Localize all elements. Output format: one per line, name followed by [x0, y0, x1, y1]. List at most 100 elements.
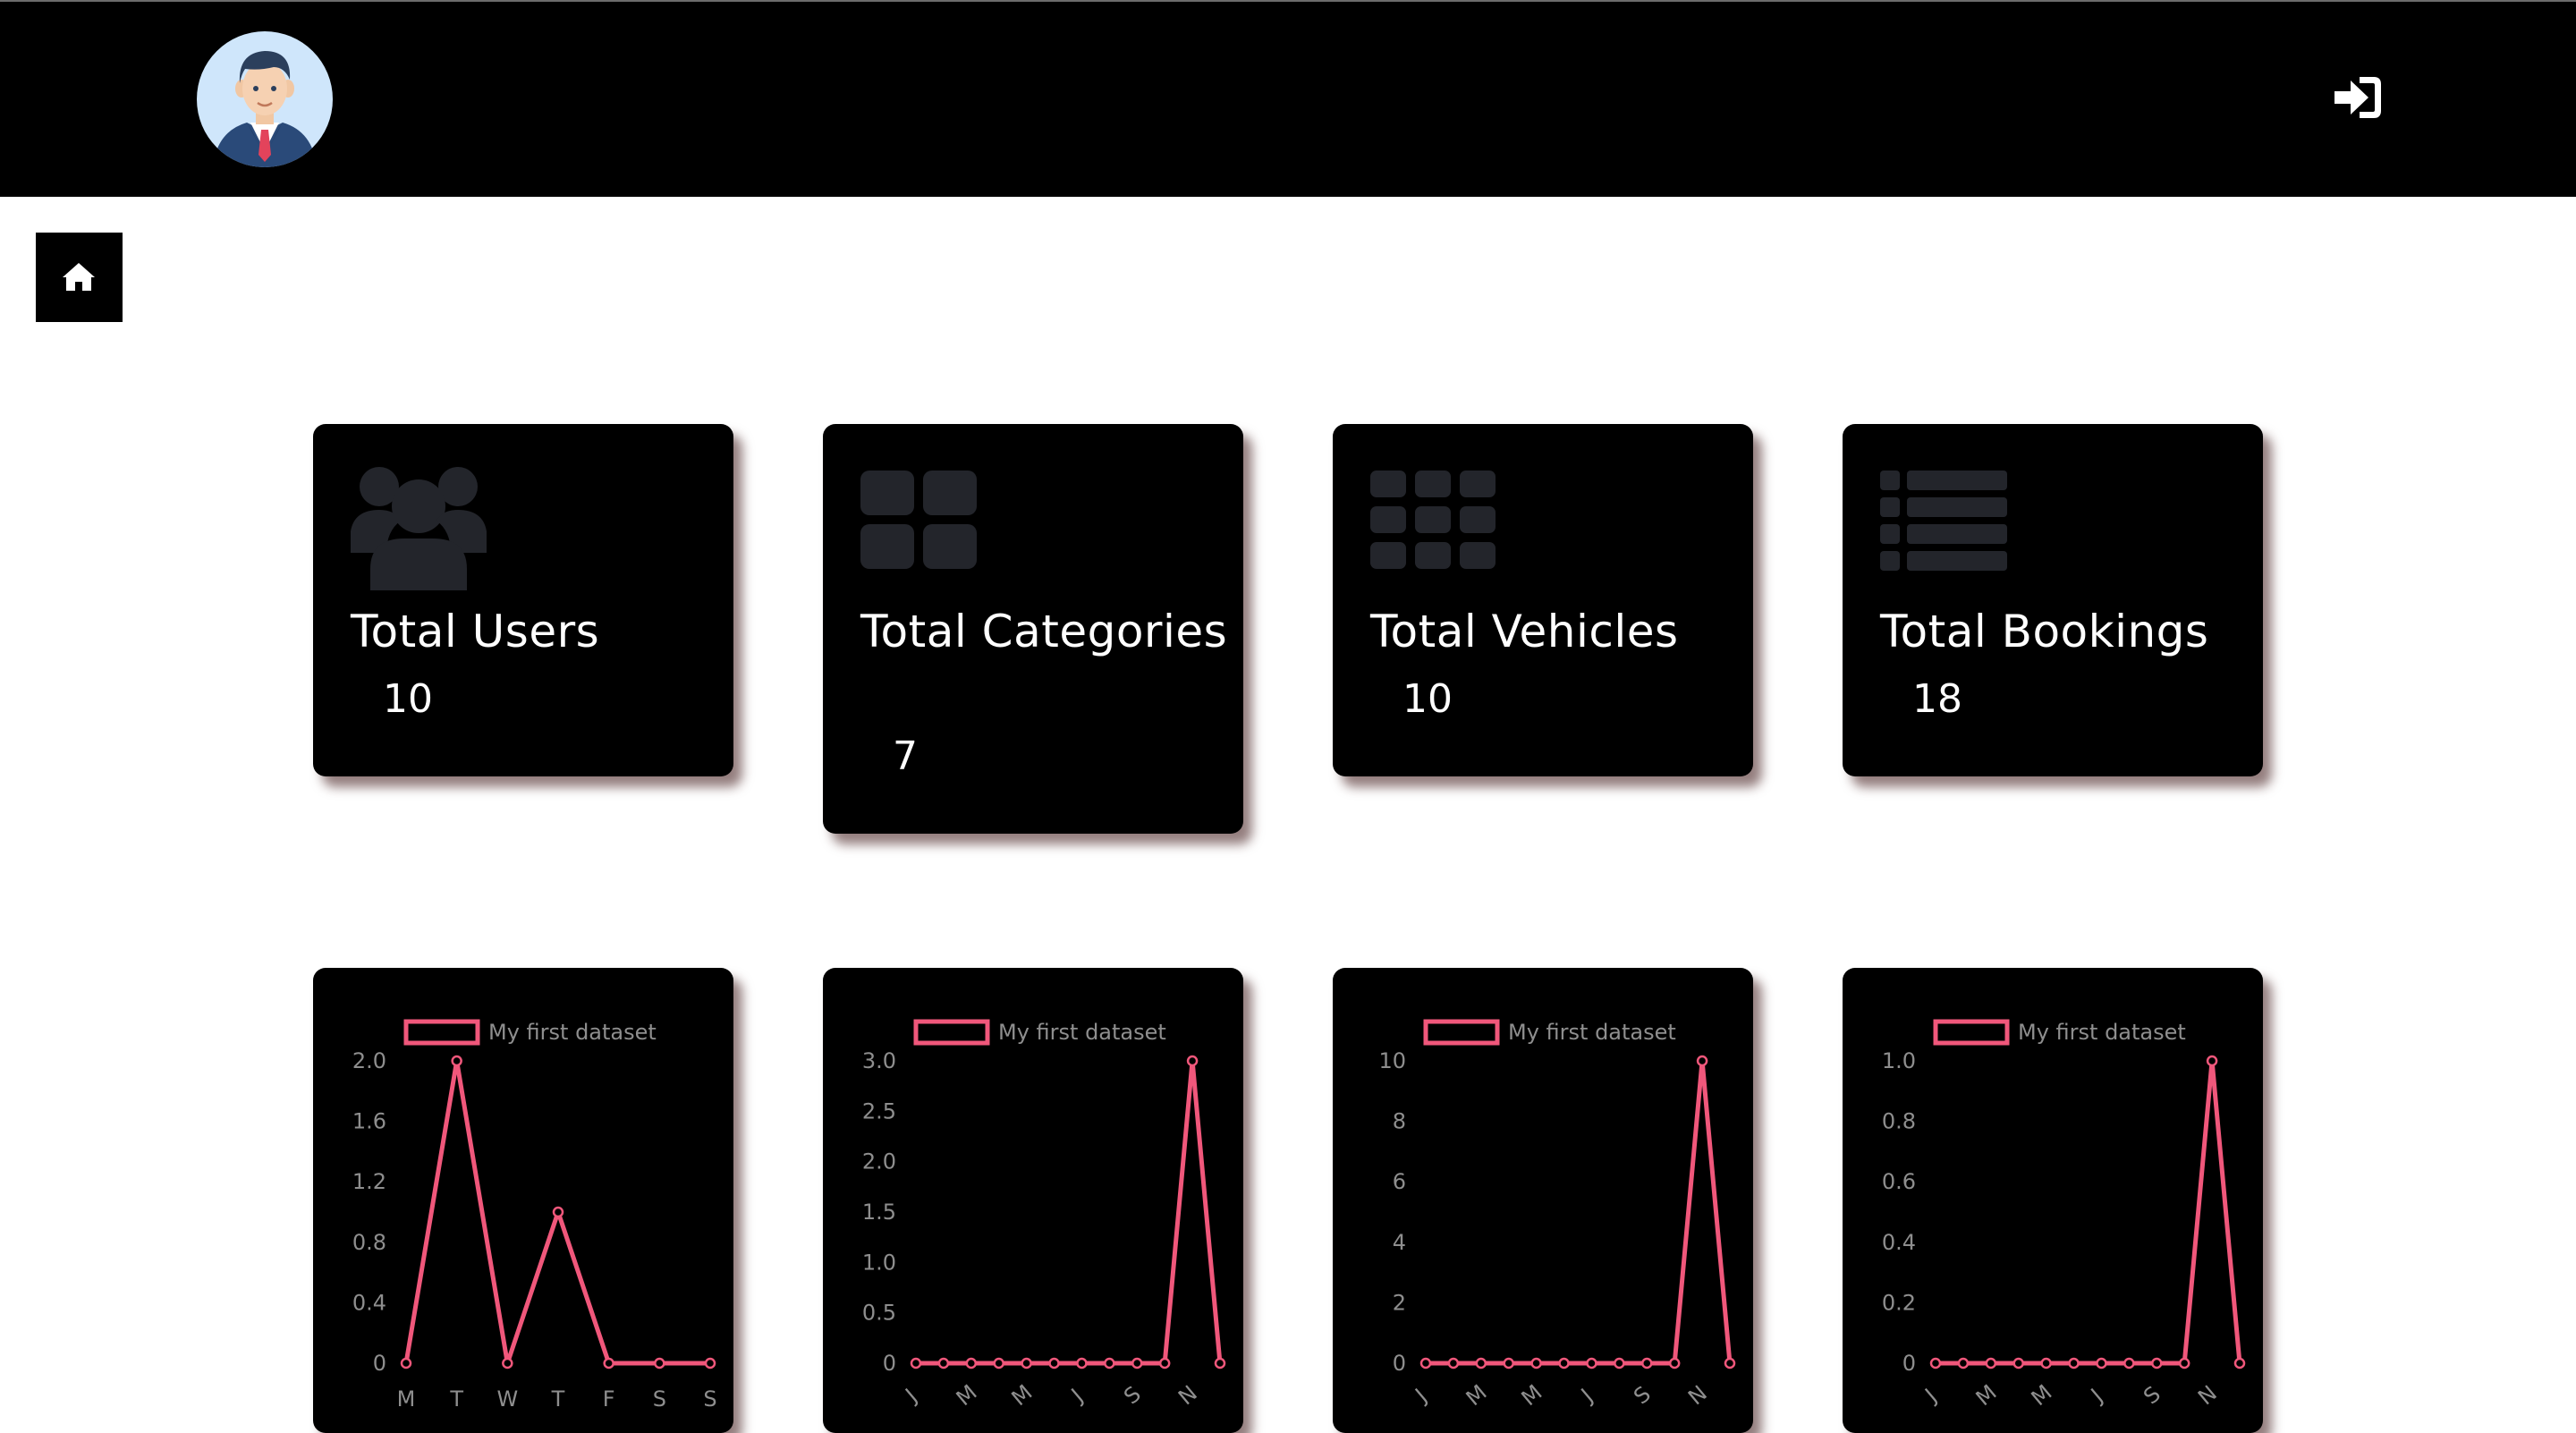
y-tick-label: 0.4: [352, 1290, 386, 1315]
data-point: [1076, 1357, 1088, 1369]
x-tick-label: J: [1410, 1384, 1432, 1408]
stat-value: 10: [383, 676, 433, 722]
data-point: [1131, 1357, 1143, 1369]
x-tick-label: T: [551, 1386, 565, 1412]
data-point: [1614, 1357, 1625, 1369]
data-point: [1503, 1357, 1514, 1369]
y-tick-label: 1.5: [862, 1200, 896, 1225]
data-point: [1214, 1357, 1226, 1369]
x-tick-label: M: [1007, 1379, 1038, 1411]
data-point: [937, 1357, 950, 1369]
chart-card-vehicles: My first dataset 0 2 4 6 8 10 J M M J S N: [1333, 968, 1753, 1433]
y-tick-label: 2.5: [862, 1098, 896, 1124]
x-tick-label: J: [900, 1384, 922, 1408]
y-tick-label: 3.0: [862, 1048, 896, 1073]
stat-value: 10: [1402, 676, 1453, 722]
x-tick-label: S: [1629, 1381, 1656, 1409]
x-tick-label: N: [1174, 1380, 1202, 1410]
x-tick-label: M: [2027, 1379, 2057, 1411]
data-point: [704, 1357, 716, 1369]
y-tick-label: 0.2: [1882, 1290, 1916, 1315]
y-tick-label: 0: [373, 1351, 386, 1376]
y-tick-label: 0.8: [352, 1230, 386, 1255]
data-point: [993, 1357, 1004, 1369]
avatar-image: [213, 51, 317, 167]
x-tick-label: W: [496, 1386, 518, 1412]
line-chart: My first dataset 0 0.5 1.0 1.5 2.0 2.5 3.0 J M M J S…: [862, 1019, 1226, 1411]
legend-label: My first dataset: [1508, 1020, 1676, 1045]
data-point: [910, 1357, 922, 1369]
series-line: [1936, 1058, 2242, 1366]
data-point: [1186, 1055, 1199, 1067]
legend-swatch: [1933, 1019, 2010, 1046]
x-tick-label: J: [1575, 1384, 1597, 1408]
y-tick-label: 4: [1393, 1230, 1406, 1255]
x-tick-label: J: [2085, 1384, 2107, 1408]
data-point: [502, 1357, 513, 1369]
stat-title: Total Vehicles: [1370, 606, 1679, 657]
user-avatar[interactable]: [197, 31, 333, 167]
y-tick-label: 0: [1902, 1351, 1916, 1376]
data-point: [1447, 1357, 1460, 1369]
legend-swatch: [1423, 1019, 1500, 1046]
data-point: [1048, 1357, 1060, 1369]
data-point: [603, 1357, 614, 1369]
top-navbar: [0, 0, 2576, 197]
stat-card-vehicles: Total Vehicles 10: [1333, 424, 1753, 776]
users-icon: [351, 460, 487, 594]
x-tick-label: M: [397, 1386, 416, 1412]
chart-card-categories: My first dataset 0 0.5 1.0 1.5 2.0 2.5 3.0 J M M J S…: [823, 968, 1243, 1433]
data-point: [1419, 1357, 1432, 1369]
data-point: [2151, 1357, 2163, 1369]
data-point: [2068, 1357, 2080, 1369]
data-point: [1668, 1357, 1681, 1369]
data-point: [965, 1357, 978, 1369]
x-tick-label: S: [703, 1386, 716, 1412]
y-tick-label: 1.6: [352, 1109, 386, 1134]
stat-card-bookings: Total Bookings 18: [1843, 424, 2263, 776]
data-point: [1985, 1357, 1997, 1369]
line-chart: My first dataset 0 0.4 0.8 1.2 1.6 2.0 M T W T F S S: [352, 1019, 717, 1412]
data-point: [1696, 1055, 1708, 1067]
x-tick-label: M: [952, 1379, 982, 1411]
series-line: [916, 1058, 1223, 1366]
x-tick-label: S: [1119, 1381, 1146, 1409]
y-tick-label: 0: [1393, 1351, 1406, 1376]
legend-label: My first dataset: [998, 1020, 1166, 1045]
data-point: [1957, 1357, 1970, 1369]
stat-title: Total Bookings: [1880, 606, 2209, 657]
data-point: [2040, 1357, 2052, 1369]
stat-value: 18: [1912, 676, 1962, 722]
x-tick-label: N: [2193, 1380, 2222, 1410]
data-point: [2178, 1357, 2190, 1369]
x-tick-label: M: [1517, 1379, 1547, 1411]
legend-swatch: [403, 1019, 480, 1046]
x-tick-label: F: [603, 1386, 615, 1412]
x-tick-label: M: [1462, 1379, 1492, 1411]
data-point: [1475, 1357, 1487, 1369]
x-tick-label: S: [653, 1386, 666, 1412]
data-point: [2233, 1357, 2246, 1369]
y-tick-label: 0.4: [1882, 1230, 1916, 1255]
chart-card-bookings: My first dataset 0 0.2 0.4 0.6 0.8 1.0 J M M J S N: [1843, 968, 2263, 1433]
data-point: [451, 1055, 462, 1067]
data-point: [2206, 1055, 2218, 1067]
data-point: [1558, 1357, 1570, 1369]
y-tick-label: 0.6: [1882, 1169, 1916, 1194]
line-chart: My first dataset 0 0.2 0.4 0.6 0.8 1.0 J M M J S N: [1882, 1019, 2246, 1411]
y-tick-label: 8: [1393, 1109, 1406, 1134]
data-point: [1021, 1357, 1032, 1369]
stat-card-users: Total Users 10: [313, 424, 733, 776]
grid-large-icon: [860, 471, 979, 574]
home-button[interactable]: [36, 233, 123, 322]
list-icon: [1880, 471, 2007, 574]
x-tick-label: J: [1919, 1384, 1942, 1408]
stat-value: 7: [893, 733, 918, 779]
legend-swatch: [913, 1019, 990, 1046]
data-point: [1641, 1357, 1653, 1369]
data-point: [552, 1206, 564, 1218]
sign-in-icon[interactable]: [2333, 75, 2383, 120]
stat-title: Total Users: [351, 606, 600, 657]
y-tick-label: 0.5: [862, 1301, 896, 1326]
x-tick-label: S: [2139, 1381, 2165, 1409]
